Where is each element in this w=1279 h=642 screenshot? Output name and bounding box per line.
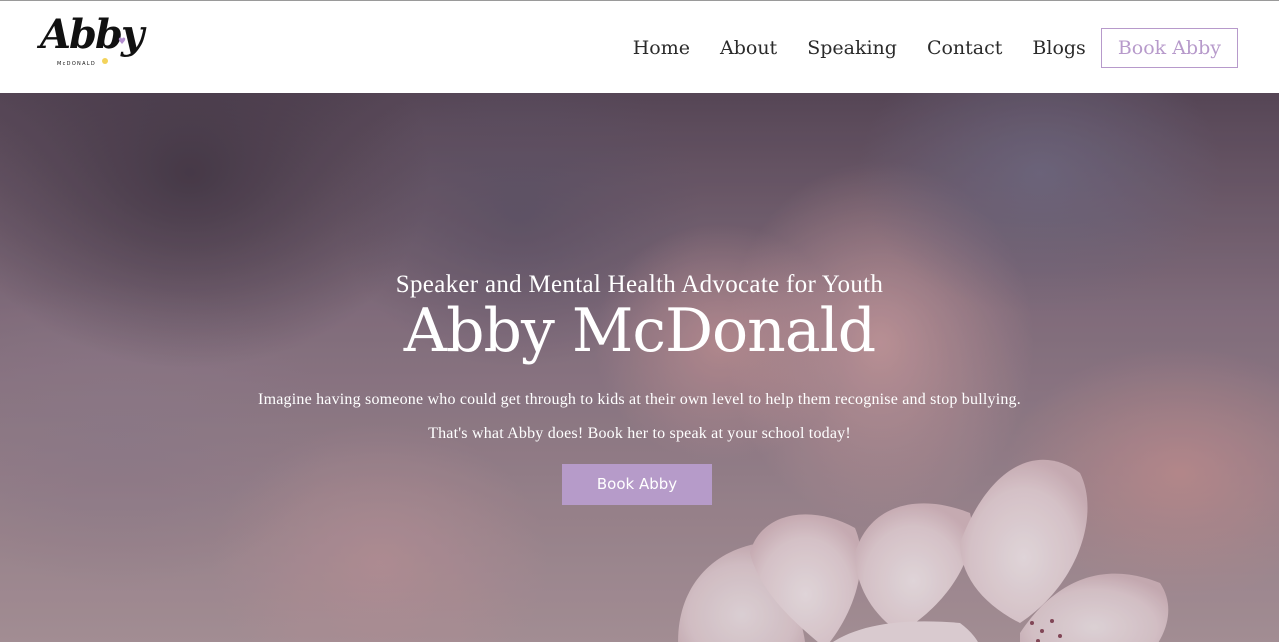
hero-book-abby-button[interactable]: Book Abby (562, 464, 712, 505)
main-nav: Home About Speaking Contact Blogs Book A… (633, 28, 1238, 68)
nav-item-speaking[interactable]: Speaking (807, 28, 897, 68)
logo-subtitle: McDONALD (57, 61, 97, 67)
hero-description-line-1: Imagine having someone who could get thr… (258, 391, 1021, 408)
logo-accent-dot (102, 58, 108, 64)
hero-title: Abby McDonald (403, 296, 876, 366)
site-header: Abby ♥ McDONALD Home About Speaking Cont… (0, 1, 1279, 93)
hero-content: Speaker and Mental Health Advocate for Y… (0, 93, 1279, 642)
hero-description-line-2: That's what Abby does! Book her to speak… (428, 425, 851, 442)
nav-item-home[interactable]: Home (633, 28, 690, 68)
logo[interactable]: Abby ♥ McDONALD (38, 15, 144, 77)
logo-heart-icon: ♥ (118, 37, 127, 47)
logo-wordmark: Abby (40, 11, 144, 58)
nav-item-blogs[interactable]: Blogs (1032, 28, 1085, 68)
nav-item-contact[interactable]: Contact (927, 28, 1002, 68)
nav-book-abby-button[interactable]: Book Abby (1100, 28, 1238, 68)
nav-item-about[interactable]: About (720, 28, 777, 68)
hero-section: Speaker and Mental Health Advocate for Y… (0, 93, 1279, 642)
